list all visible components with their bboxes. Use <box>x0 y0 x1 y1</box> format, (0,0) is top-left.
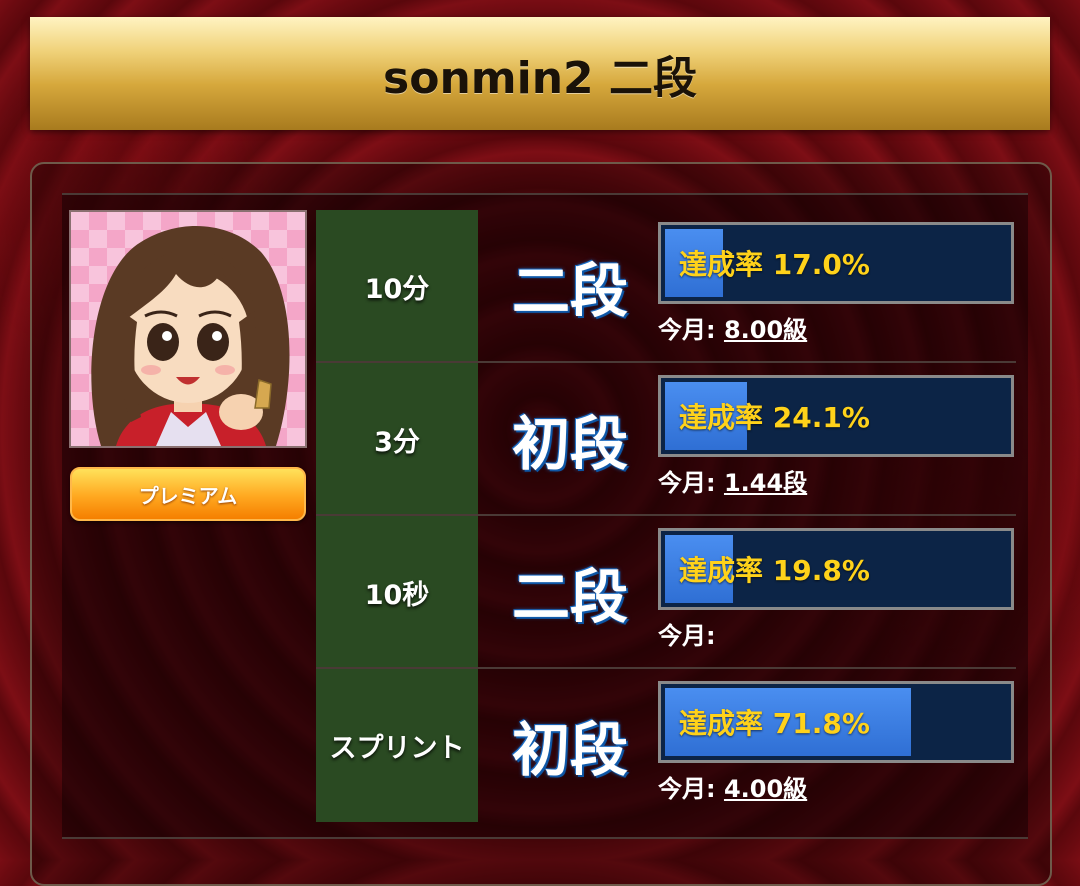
progress-bar: 達成率 19.8% <box>658 528 1014 610</box>
avatar[interactable] <box>69 210 307 448</box>
month-stat: 今月: <box>658 616 716 651</box>
progress-bar: 達成率 24.1% <box>658 375 1014 457</box>
month-stat: 今月: 8.00級 <box>658 310 807 345</box>
rank-row-10sec: 10秒 二段 達成率 19.8% 今月: <box>316 516 1016 668</box>
month-label: 今月: <box>658 316 716 344</box>
progress-label: 達成率 24.1% <box>679 401 870 434</box>
month-label: 今月: <box>658 622 716 650</box>
page-title: sonmin2 二段 <box>383 52 697 104</box>
progress-label: 達成率 71.8% <box>679 707 870 740</box>
rank-value: 二段 <box>511 257 628 325</box>
month-value-link[interactable]: 8.00級 <box>724 316 807 344</box>
avatar-image <box>91 225 290 446</box>
month-label: 今月: <box>658 775 716 803</box>
month-label: 今月: <box>658 469 716 497</box>
month-stat: 今月: 1.44段 <box>658 463 807 498</box>
month-value-link[interactable]: 1.44段 <box>724 469 807 497</box>
month-stat: 今月: 4.00級 <box>658 769 807 804</box>
progress-bar: 達成率 71.8% <box>658 681 1014 763</box>
header-banner: sonmin2 二段 <box>30 17 1050 130</box>
rank-row-3min: 3分 初段 達成率 24.1% 今月: 1.44段 <box>316 363 1016 515</box>
rank-row-10min: 10分 二段 達成率 17.0% 今月: 8.00級 <box>316 210 1016 362</box>
mode-label: 3分 <box>374 426 420 458</box>
mode-label: スプリント <box>329 732 465 764</box>
progress-label: 達成率 19.8% <box>679 554 870 587</box>
rank-value: 二段 <box>511 563 628 631</box>
rank-value: 初段 <box>511 410 628 478</box>
rank-value: 初段 <box>511 716 628 784</box>
premium-badge-button[interactable]: プレミアム <box>70 467 306 521</box>
mode-label: 10分 <box>364 273 430 305</box>
month-value-link[interactable]: 4.00級 <box>724 775 807 803</box>
rank-row-sprint: スプリント 初段 達成率 71.8% 今月: 4.00級 <box>316 669 1016 821</box>
progress-label: 達成率 17.0% <box>679 248 870 281</box>
mode-label: 10秒 <box>364 579 430 611</box>
progress-bar: 達成率 17.0% <box>658 222 1014 304</box>
